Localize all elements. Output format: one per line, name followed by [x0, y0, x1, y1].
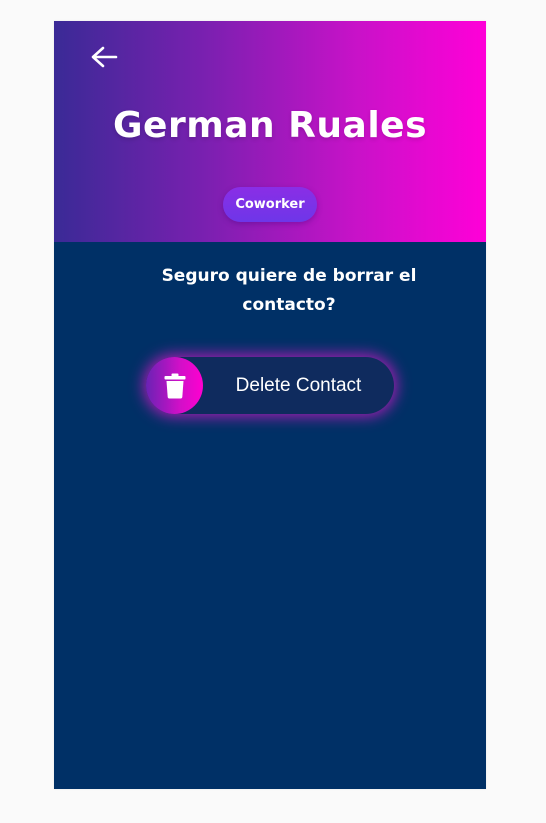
delete-contact-label: Delete Contact — [235, 374, 362, 396]
back-button[interactable] — [88, 43, 120, 71]
arrow-left-icon — [91, 46, 118, 68]
contact-category-badge[interactable]: Coworker — [223, 187, 317, 222]
delete-icon-circle — [146, 357, 203, 414]
contact-header: German Ruales Coworker — [54, 21, 486, 242]
trash-icon — [164, 373, 185, 398]
contact-screen: German Ruales Coworker Seguro quiere de … — [54, 21, 486, 789]
delete-contact-button[interactable]: Delete Contact — [146, 357, 394, 414]
contact-name: German Ruales — [112, 105, 427, 146]
delete-confirmation-text: Seguro quiere de borrar el contacto? — [161, 266, 417, 315]
